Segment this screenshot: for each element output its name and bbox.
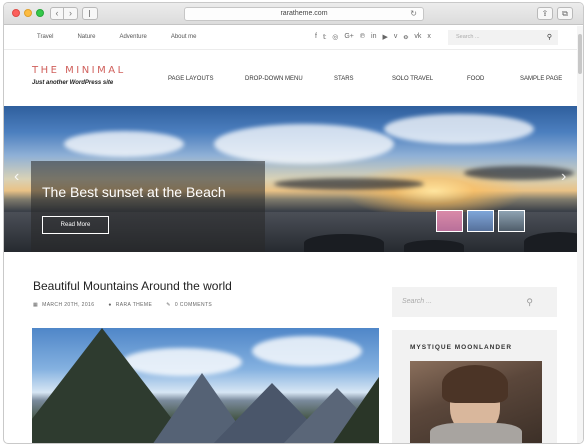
beach-rock [404,240,464,252]
search-icon[interactable]: ⚲ [547,30,552,45]
twitter-icon[interactable]: 𝕥 [323,33,326,41]
beach-rock [524,232,583,252]
odnoklassniki-icon[interactable]: ꝋ [403,33,408,41]
sky-cloud [274,178,424,190]
slide-title[interactable]: The Best sunset at the Beach [42,184,226,200]
nav-page-layouts[interactable]: PAGE LAYOUTS [168,76,245,82]
portrait-scarf [430,423,522,443]
widget-title: MYSTIQUE MOONLANDER [410,344,513,351]
secondary-nav-about[interactable]: About me [171,34,197,40]
sky-cloud [464,166,574,180]
sky-cloud [64,131,184,157]
post-meta: ▦ MARCH 20TH, 2016 ● RARA THEME ✎ 0 COMMENT… [33,302,212,308]
portrait-hair [442,365,508,403]
pinterest-icon[interactable]: ℗ [360,33,365,41]
post-date[interactable]: ▦ MARCH 20TH, 2016 [33,302,94,308]
primary-nav: PAGE LAYOUTS DROP-DOWN MENU STARS SOLO T… [168,76,562,82]
post-author-text: RARA THEME [115,302,153,308]
forward-button[interactable]: › [64,7,78,20]
social-links: f 𝕥 ◎ G+ ℗ in ▶ v ꝋ vk x [315,33,431,41]
calendar-icon: ▦ [33,302,39,308]
slider-prev-icon[interactable]: ‹ [14,168,19,186]
tabs-button[interactable]: ⧉ [557,7,573,20]
nav-drop-down-menu[interactable]: DROP-DOWN MENU [245,76,334,82]
vimeo-icon[interactable]: v [394,33,398,41]
url-text: raratheme.com [280,10,328,17]
back-button[interactable]: ‹ [50,7,64,20]
secondary-nav-nature[interactable]: Nature [77,34,95,40]
nav-solo-travel[interactable]: SOLO TRAVEL [392,76,467,82]
slider-next-icon[interactable]: › [561,168,566,186]
slide-caption-box [31,161,265,252]
top-bar: Travel Nature Adventure About me f 𝕥 ◎ G… [4,25,583,50]
mountain-shape [332,358,379,443]
scrollbar-thumb[interactable] [578,34,582,74]
site-logo[interactable]: THE MINIMAL [32,65,126,76]
secondary-nav-travel[interactable]: Travel [37,34,53,40]
header-search-placeholder: Search ... [456,34,480,40]
slider-thumbnail[interactable] [467,210,494,232]
xing-icon[interactable]: x [427,33,431,41]
sky-cloud [214,124,394,164]
hero-slider: The Best sunset at the Beach Read More ‹… [4,106,583,252]
sidebar-search-input[interactable]: Search ... ⚲ [392,287,557,317]
nav-sample-page[interactable]: SAMPLE PAGE [520,76,562,82]
secondary-nav-adventure[interactable]: Adventure [119,34,146,40]
zoom-window-button[interactable] [36,9,44,17]
site-header: THE MINIMAL Just another WordPress site … [4,50,583,110]
widget-portrait-image[interactable] [410,361,542,443]
sidebar-widget: MYSTIQUE MOONLANDER [392,330,557,443]
nav-stars[interactable]: STARS [334,76,392,82]
post-comments-text: 0 COMMENTS [174,302,213,308]
user-icon: ● [108,302,112,308]
facebook-icon[interactable]: f [315,33,317,41]
post-featured-image[interactable] [32,328,379,443]
browser-window: ‹ › raratheme.com ↻ ⇪ ⧉ Travel Nature Ad… [3,2,584,444]
slider-thumbnail[interactable] [498,210,525,232]
minimize-window-button[interactable] [24,9,32,17]
post-author[interactable]: ● RARA THEME [108,302,152,308]
slider-thumbnail[interactable] [436,210,463,232]
header-search-input[interactable]: Search ... ⚲ [448,30,558,45]
google-plus-icon[interactable]: G+ [344,33,354,41]
window-controls [12,9,44,17]
address-bar[interactable]: raratheme.com ↻ [184,7,424,21]
pencil-icon: ✎ [166,302,171,308]
secondary-nav: Travel Nature Adventure About me [37,34,197,40]
nav-food[interactable]: FOOD [467,76,520,82]
site-tagline: Just another WordPress site [32,80,114,86]
browser-toolbar: ‹ › raratheme.com ↻ ⇪ ⧉ [4,3,583,25]
post-date-text: MARCH 20TH, 2016 [42,302,95,308]
sidebar-toggle-icon[interactable] [82,7,98,20]
vk-icon[interactable]: vk [414,33,421,41]
reload-icon[interactable]: ↻ [410,8,417,20]
youtube-icon[interactable]: ▶ [383,33,388,41]
close-window-button[interactable] [12,9,20,17]
sky-cloud [384,114,534,144]
instagram-icon[interactable]: ◎ [332,33,338,41]
read-more-button[interactable]: Read More [42,216,109,234]
share-button[interactable]: ⇪ [537,7,553,20]
post-comments[interactable]: ✎ 0 COMMENTS [166,302,212,308]
sidebar-search-placeholder: Search ... [402,298,432,305]
search-icon[interactable]: ⚲ [526,287,533,317]
post-title[interactable]: Beautiful Mountains Around the world [33,279,232,293]
beach-rock [304,234,384,252]
page-scrollbar[interactable] [577,26,583,443]
linkedin-icon[interactable]: in [371,33,376,41]
history-buttons: ‹ › [50,7,78,20]
